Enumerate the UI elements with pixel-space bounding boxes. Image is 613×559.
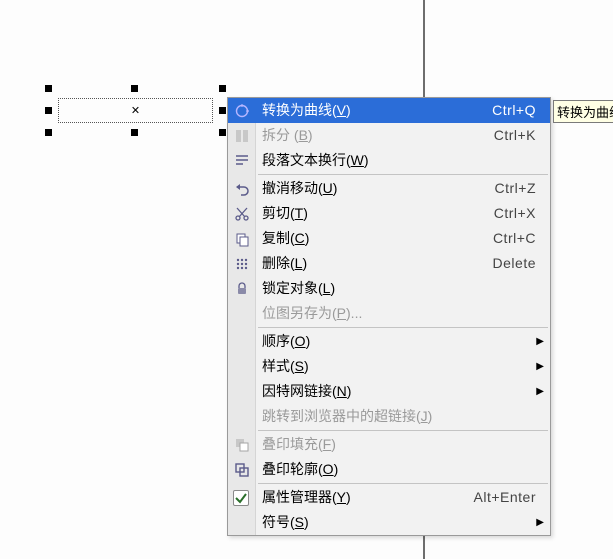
menu-item: 位图另存为(P)... [228,301,550,326]
overoutline-icon [233,461,251,479]
resize-handle-bc[interactable] [131,129,138,136]
split-icon [233,127,251,145]
menu-item[interactable]: 撤消移动(U) Ctrl+Z [228,176,550,201]
menu-item-label: 撤消移动(U) [262,180,337,196]
menu-item-label: 符号(S) [262,514,309,530]
tooltip-convert-to-curves: 转换为曲线 [553,100,613,123]
menu-item-label: 顺序(O) [262,333,310,349]
menu-separator [258,327,548,328]
menu-separator [258,430,548,431]
menu-item-label: 位图另存为(P)... [262,305,362,321]
lock-icon [233,280,251,298]
menu-item[interactable]: 顺序(O) ▶ [228,329,550,354]
menu-item-label: 属性管理器(Y) [262,489,351,505]
menu-item-label: 跳转到浏览器中的超链接(J) [262,408,432,424]
object-center-marker: ✕ [131,103,140,116]
resize-handle-tl[interactable] [45,85,52,92]
convert-icon [233,102,251,120]
menu-item[interactable]: 属性管理器(Y) Alt+Enter [228,485,550,510]
delete-icon [233,255,251,273]
menu-item-label: 段落文本换行(W) [262,152,369,168]
resize-handle-br[interactable] [219,129,226,136]
menu-item-label: 拆分 (B) [262,127,313,143]
menu-item-shortcut: Ctrl+C [493,226,536,251]
checkbox-checked-icon [233,490,249,506]
menu-separator [258,483,548,484]
menu-item-shortcut: Alt+Enter [474,485,536,510]
menu-item-shortcut: Ctrl+X [494,201,536,226]
menu-item: 跳转到浏览器中的超链接(J) [228,404,550,429]
menu-item-label: 因特网链接(N) [262,383,351,399]
resize-handle-mr[interactable] [219,107,226,114]
submenu-arrow-icon: ▶ [536,329,544,354]
wrap-icon [233,152,251,170]
menu-item[interactable]: 符号(S) ▶ [228,510,550,535]
menu-item-label: 样式(S) [262,358,309,374]
submenu-arrow-icon: ▶ [536,354,544,379]
submenu-arrow-icon: ▶ [536,379,544,404]
menu-item-shortcut: Ctrl+K [494,123,536,148]
resize-handle-tr[interactable] [219,85,226,92]
menu-item[interactable]: 转换为曲线(V) Ctrl+Q [228,98,550,123]
selected-object[interactable]: ✕ [58,98,213,123]
menu-item-shortcut: Delete [493,251,536,276]
context-menu: 转换为曲线(V) Ctrl+Q 拆分 (B) Ctrl+K 段落文本换行(W) 撤消移动(… [227,97,551,536]
menu-item[interactable]: 删除(L) Delete [228,251,550,276]
menu-item[interactable]: 剪切(T) Ctrl+X [228,201,550,226]
menu-item-label: 转换为曲线(V) [262,102,351,118]
menu-item: 拆分 (B) Ctrl+K [228,123,550,148]
menu-item-label: 叠印轮廓(O) [262,461,338,477]
menu-item-label: 叠印填充(F) [262,436,336,452]
menu-item[interactable]: 因特网链接(N) ▶ [228,379,550,404]
menu-item-shortcut: Ctrl+Q [492,98,536,123]
resize-handle-tc[interactable] [131,85,138,92]
menu-item[interactable]: 样式(S) ▶ [228,354,550,379]
submenu-arrow-icon: ▶ [536,510,544,535]
menu-item[interactable]: 复制(C) Ctrl+C [228,226,550,251]
overfill-icon [233,436,251,454]
copy-icon [233,230,251,248]
menu-item-label: 锁定对象(L) [262,280,335,296]
menu-item-label: 复制(C) [262,230,309,246]
cut-icon [233,205,251,223]
resize-handle-ml[interactable] [45,107,52,114]
menu-item[interactable]: 段落文本换行(W) [228,148,550,173]
menu-item: 叠印填充(F) [228,432,550,457]
menu-item[interactable]: 叠印轮廓(O) [228,457,550,482]
menu-item-label: 删除(L) [262,255,307,271]
menu-separator [258,174,548,175]
undo-icon [233,180,251,198]
resize-handle-bl[interactable] [45,129,52,136]
menu-item-label: 剪切(T) [262,205,308,221]
menu-item[interactable]: 锁定对象(L) [228,276,550,301]
menu-item-shortcut: Ctrl+Z [495,176,537,201]
